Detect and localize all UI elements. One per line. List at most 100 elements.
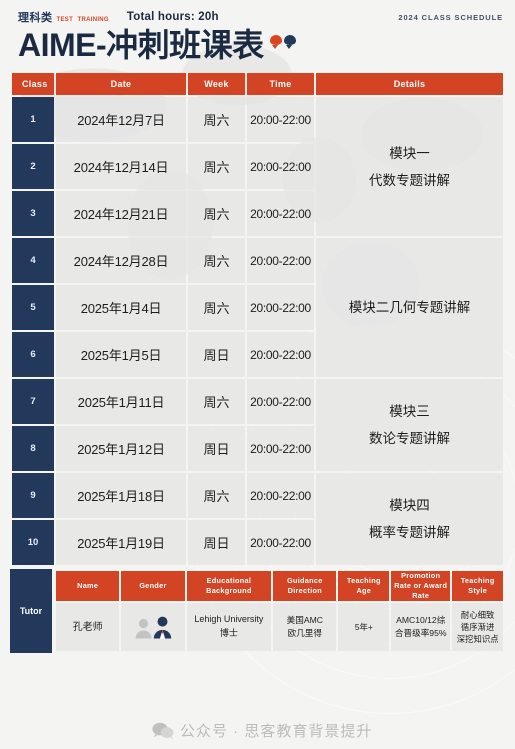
class-week-cell: 周六 <box>188 97 245 143</box>
tutor-table-body: 孔老师 Lehigh University 博士 美国AMC 欧几里得 5年+ … <box>56 603 503 652</box>
class-date-cell: 2025年1月5日 <box>56 332 186 378</box>
tutor-name-cell: 孔老师 <box>56 603 120 652</box>
module-details-cell: 模块四 概率专题讲解 <box>316 473 503 566</box>
module-title: 模块二几何专题讲解 <box>348 300 471 316</box>
class-week-cell: 周日 <box>188 426 245 472</box>
brand-en-line2: TRAINING <box>77 17 109 23</box>
class-number-cell: 10 <box>12 520 54 566</box>
tutor-education-cell: Lehigh University 博士 <box>186 603 272 652</box>
class-time-cell: 20:00-22:00 <box>247 97 314 143</box>
tutor-gender-cell <box>121 603 185 652</box>
module-details-cell: 模块二几何专题讲解 <box>316 238 503 378</box>
tutor-label: Tutor <box>10 569 52 654</box>
watermark-text: 公众号 · 思客教育背景提升 <box>180 723 373 740</box>
column-header-date: Date <box>56 73 186 96</box>
class-week-cell: 周日 <box>188 332 245 378</box>
tutor-direction-line2: 欧几里得 <box>287 628 322 639</box>
schedule-header-row: Class Date Week Time Details <box>12 73 503 96</box>
class-week-cell: 周六 <box>188 238 245 284</box>
total-hours-label: Total hours: 20h <box>126 11 219 23</box>
male-female-icon <box>123 615 182 639</box>
brand-en-label: TEST TRAINING <box>57 8 109 26</box>
tutor-column-direction: Guidance Direction <box>273 571 337 602</box>
class-number-cell: 7 <box>12 379 54 425</box>
class-number-cell: 5 <box>12 285 54 331</box>
tutor-style-cell: 耐心细致 循序渐进 深挖知识点 <box>452 603 503 652</box>
tutor-column-education-line1: Educational <box>206 576 252 586</box>
column-header-time: Time <box>247 73 314 96</box>
class-number-cell: 2 <box>12 144 54 190</box>
class-week-cell: 周六 <box>188 144 245 190</box>
class-time-cell: 20:00-22:00 <box>247 144 314 190</box>
class-date-cell: 2025年1月11日 <box>56 379 186 425</box>
tutor-style-line2: 循序渐进 <box>460 622 495 633</box>
tutor-section: Tutor Name Gender Educational Background… <box>10 569 505 654</box>
speech-bubble-navy-icon <box>283 35 296 47</box>
class-week-cell: 周六 <box>188 191 245 237</box>
top-bar: 理科类 TEST TRAINING Total hours: 20h 2024 … <box>0 0 515 26</box>
class-number-cell: 6 <box>12 332 54 378</box>
class-date-cell: 2024年12月7日 <box>56 97 186 143</box>
speech-bubble-red-icon <box>269 35 282 47</box>
tutor-column-name: Name <box>56 571 120 602</box>
class-time-cell: 20:00-22:00 <box>247 426 314 472</box>
class-number-cell: 4 <box>12 238 54 284</box>
class-date-cell: 2024年12月14日 <box>56 144 186 190</box>
module-title: 模块四 <box>389 498 430 514</box>
class-time-cell: 20:00-22:00 <box>247 379 314 425</box>
class-week-cell: 周六 <box>188 473 245 519</box>
class-number-cell: 3 <box>12 191 54 237</box>
module-subtitle: 数论专题讲解 <box>369 431 450 447</box>
module-details-cell: 模块三 数论专题讲解 <box>316 379 503 472</box>
brand-cn-label: 理科类 <box>18 12 53 24</box>
class-time-cell: 20:00-22:00 <box>247 332 314 378</box>
class-date-cell: 2025年1月12日 <box>56 426 186 472</box>
speech-bubble-decoration <box>269 35 296 47</box>
tutor-column-rate: Promotion Rate or Award Rate <box>391 571 451 602</box>
tutor-direction-cell: 美国AMC 欧几里得 <box>273 603 337 652</box>
tutor-header-row: Name Gender Educational Background Guida… <box>56 571 503 602</box>
tutor-table-wrapper: Name Gender Educational Background Guida… <box>54 569 505 653</box>
brand-logo: 理科类 TEST TRAINING <box>18 8 109 26</box>
tutor-rate-line2: 合晋级率95% <box>394 628 447 639</box>
tutor-column-direction-line2: Direction <box>287 586 322 596</box>
class-time-cell: 20:00-22:00 <box>247 191 314 237</box>
tutor-column-education: Educational Background <box>186 571 272 602</box>
tutor-rate-line1: AMC10/12综 <box>396 615 446 626</box>
page-title: AIME-冲刺班课表 <box>18 27 264 63</box>
table-row: 1 2024年12月7日 周六 20:00-22:00 模块一 代数专题讲解 <box>12 97 503 237</box>
column-header-week: Week <box>188 73 245 96</box>
tutor-column-gender: Gender <box>121 571 185 602</box>
tutor-style-line3: 深挖知识点 <box>456 634 499 645</box>
class-week-cell: 周六 <box>188 379 245 425</box>
class-number-cell: 9 <box>12 473 54 519</box>
tutor-column-style: Teaching Style <box>452 571 503 602</box>
tutor-column-style-line2: Style <box>468 586 488 596</box>
module-details-cell: 模块一 代数专题讲解 <box>316 97 503 237</box>
watermark: 公众号 · 思客教育背景提升 <box>152 720 372 741</box>
column-header-class: Class <box>12 73 54 96</box>
class-time-cell: 20:00-22:00 <box>247 238 314 284</box>
class-time-cell: 20:00-22:00 <box>247 520 314 566</box>
class-time-cell: 20:00-22:00 <box>247 473 314 519</box>
module-subtitle: 代数专题讲解 <box>369 172 450 188</box>
class-date-cell: 2025年1月19日 <box>56 520 186 566</box>
module-title: 模块三 <box>389 404 430 420</box>
class-date-cell: 2024年12月21日 <box>56 191 186 237</box>
tutor-column-age: Teaching Age <box>338 571 390 602</box>
class-date-cell: 2025年1月4日 <box>56 285 186 331</box>
schedule-table: Class Date Week Time Details 1 2024年12月7日… <box>10 71 505 567</box>
module-title: 模块一 <box>389 145 430 161</box>
table-row: 7 2025年1月11日 周六 20:00-22:00 模块三 数论专题讲解 <box>12 379 503 472</box>
class-date-cell: 2024年12月28日 <box>56 238 186 284</box>
tutor-direction-line1: 美国AMC <box>286 615 323 626</box>
tutor-column-direction-line1: Guidance <box>286 576 323 586</box>
table-row: 9 2025年1月18日 周六 20:00-22:00 模块四 概率专题讲解 <box>12 473 503 566</box>
schedule-sheet: Class Date Week Time Details 1 2024年12月7日… <box>0 71 515 654</box>
column-header-details: Details <box>316 73 503 96</box>
class-number-cell: 8 <box>12 426 54 472</box>
tutor-style-line1: 耐心细致 <box>460 609 495 620</box>
table-row: 4 2024年12月28日 周六 20:00-22:00 模块二几何专题讲解 <box>12 238 503 378</box>
wechat-logo-icon <box>152 722 174 739</box>
tutor-age-cell: 5年+ <box>338 603 390 652</box>
